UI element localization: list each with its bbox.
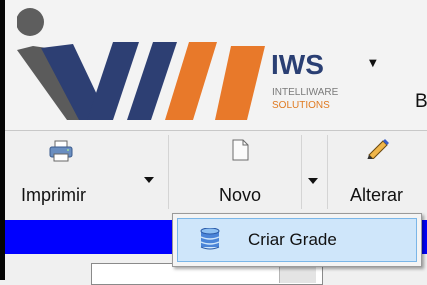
toolbar-separator <box>301 135 302 209</box>
menu-item-label: Criar Grade <box>248 230 337 249</box>
menu-item-create-grid[interactable]: Criar Grade <box>177 218 417 262</box>
database-icon <box>200 228 220 250</box>
filter-input-button[interactable] <box>279 265 316 283</box>
new-button[interactable]: Novo <box>171 133 297 209</box>
logo-menu-arrow-icon[interactable]: ▼ <box>369 59 377 69</box>
header-logo-area: IWS INTELLIWARE SOLUTIONS ▼ B <box>5 0 427 130</box>
toolbar: Imprimir Novo Alterar <box>5 130 427 221</box>
print-button[interactable]: Imprimir <box>5 133 165 209</box>
printer-icon <box>49 140 73 162</box>
iws-logo-icon <box>17 8 267 126</box>
brand-text: IWS INTELLIWARE SOLUTIONS <box>271 51 361 123</box>
brand-name: IWS <box>271 49 324 80</box>
edit-button[interactable]: Alterar <box>330 133 427 209</box>
brand-line2: SOLUTIONS <box>272 100 330 111</box>
toolbar-separator <box>327 135 328 209</box>
toolbar-separator <box>168 135 169 209</box>
new-button-label: Novo <box>219 185 262 205</box>
new-document-icon <box>232 139 249 161</box>
new-dropdown-menu: Criar Grade <box>172 213 422 267</box>
new-dropdown-icon[interactable] <box>308 178 318 184</box>
brand-line1: INTELLIWARE <box>272 87 339 98</box>
edit-button-label: Alterar <box>350 185 404 205</box>
print-dropdown-icon[interactable] <box>144 177 154 183</box>
pencil-icon <box>367 139 389 159</box>
partial-text: B <box>415 91 427 112</box>
print-button-label: Imprimir <box>21 185 86 205</box>
